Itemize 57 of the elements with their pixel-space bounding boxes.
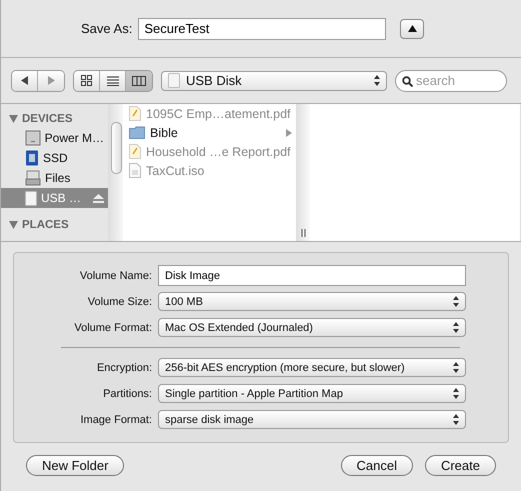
view-mode-button[interactable] (100, 70, 126, 90)
option-label: Encryption: (96, 362, 153, 374)
stepper-arrows-icon (453, 322, 459, 333)
column-view-icon (132, 76, 146, 86)
location-popup[interactable]: USB Disk (161, 70, 387, 90)
option-popup[interactable]: 100 MB (158, 292, 466, 311)
disclosure-triangle-icon[interactable] (9, 115, 18, 123)
document-icon (129, 144, 141, 159)
hard-drive-icon (25, 170, 41, 186)
view-mode-button[interactable] (74, 70, 100, 90)
stepper-arrows-icon (453, 362, 459, 373)
folder-icon (129, 126, 145, 139)
option-label: Volume Format: (73, 322, 153, 334)
search-icon (402, 76, 413, 86)
file-row[interactable]: Bible (123, 123, 296, 142)
up-arrow-icon (408, 25, 417, 32)
stepper-arrows-icon (374, 75, 380, 86)
eject-icon[interactable] (93, 194, 104, 202)
dialog-button[interactable]: Cancel (340, 455, 413, 476)
sidebar-item[interactable]: Power M… (1, 128, 108, 148)
chevron-icon (286, 128, 292, 136)
back-button[interactable] (12, 70, 38, 90)
view-mode-button[interactable] (126, 70, 152, 90)
sidebar-item[interactable]: USB … (1, 188, 108, 208)
sidebar-section-title: PLACES (22, 219, 69, 231)
option-popup[interactable]: Mac OS Extended (Journaled) (158, 318, 466, 337)
option-label: Image Format: (79, 414, 153, 426)
sidebar-item[interactable]: Files (1, 168, 108, 188)
option-popup[interactable]: Single partition - Apple Partition Map (158, 384, 466, 403)
icon-view-icon (81, 75, 92, 86)
save-as-field[interactable]: SecureTest (138, 18, 386, 40)
stepper-arrows-icon (453, 388, 459, 399)
option-popup[interactable]: sparse disk image (158, 410, 466, 429)
drive-icon (25, 150, 39, 166)
option-label: Partitions: (102, 388, 153, 400)
stepper-arrows-icon (453, 296, 459, 307)
column-resize-handle-icon[interactable] (300, 229, 306, 237)
computer-icon (25, 130, 41, 146)
dialog-button[interactable]: Create (424, 455, 496, 476)
option-label: Volume Name: (78, 270, 153, 282)
search-field[interactable]: search (395, 70, 507, 92)
file-icon (129, 163, 141, 178)
list-view-icon (106, 76, 118, 86)
sidebar-section-title: DEVICES (22, 113, 72, 125)
document-icon (129, 106, 141, 121)
option-label: Volume Size: (86, 296, 153, 308)
back-arrow-icon (21, 76, 28, 85)
save-as-label: Save As: (81, 21, 132, 36)
forward-arrow-icon (48, 76, 54, 85)
disclosure-button[interactable] (400, 18, 424, 38)
sidebar-item[interactable]: SSD (1, 148, 108, 168)
stepper-arrows-icon (453, 414, 459, 425)
option-popup[interactable]: 256-bit AES encryption (more secure, but slower) (158, 358, 466, 377)
volume-name-field[interactable]: Disk Image (158, 265, 466, 286)
vertical-scrollbar[interactable] (108, 104, 123, 241)
disclosure-triangle-icon[interactable] (9, 221, 18, 229)
new-folder-button[interactable]: New Folder (26, 455, 124, 476)
